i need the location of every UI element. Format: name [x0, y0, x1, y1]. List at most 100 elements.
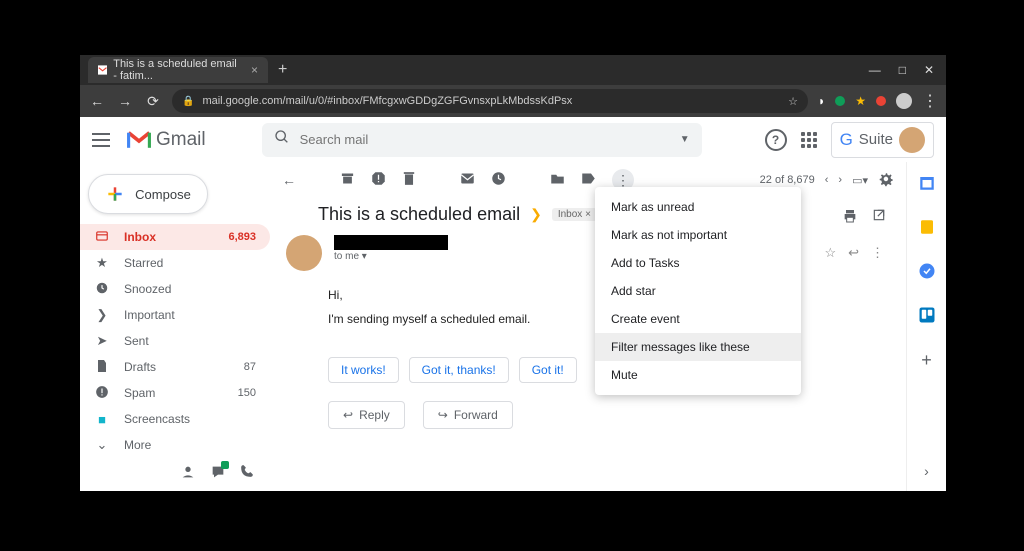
inbox-label-chip[interactable]: Inbox × — [552, 208, 597, 221]
main-content: ← ⋮ 22 of 8,679 ‹ › ▭▾ — [270, 162, 906, 491]
trello-addon-icon[interactable] — [918, 306, 936, 324]
sidebar-item-drafts[interactable]: Drafts 87 — [80, 354, 270, 380]
sidebar-item-inbox[interactable]: Inbox 6,893 — [80, 224, 270, 250]
recipient-line[interactable]: to me ▾ — [334, 251, 448, 262]
bookmark-star-icon[interactable]: ☆ — [788, 95, 798, 108]
browser-menu-icon[interactable]: ⋮ — [922, 91, 938, 111]
account-avatar[interactable] — [899, 127, 925, 153]
ext-icon-1[interactable]: ◗ — [818, 94, 825, 108]
pager-text: 22 of 8,679 — [760, 174, 815, 186]
search-box[interactable]: ▼ — [262, 123, 702, 157]
gsuite-badge[interactable]: G G Suite Suite — [831, 122, 934, 158]
close-tab-icon[interactable]: × — [251, 63, 258, 77]
new-tab-button[interactable]: + — [278, 61, 287, 79]
url-text: mail.google.com/mail/u/0/#inbox/FMfcgxwG… — [202, 95, 572, 107]
menu-add-to-tasks[interactable]: Add to Tasks — [595, 249, 801, 277]
email-header: This is a scheduled email ❯ Inbox × — [270, 198, 906, 231]
ext-icon-2[interactable] — [835, 96, 845, 106]
hangouts-icon[interactable] — [210, 464, 226, 485]
sidebar-item-label: Sent — [124, 334, 149, 348]
forward-button[interactable]: → — [116, 93, 134, 109]
menu-mark-not-important[interactable]: Mark as not important — [595, 221, 801, 249]
chevron-down-icon: ⌄ — [94, 437, 110, 453]
gmail-m-icon — [126, 130, 152, 150]
addressbar: ← → ⟳ 🔒 mail.google.com/mail/u/0/#inbox/… — [80, 85, 946, 117]
move-to-icon[interactable] — [550, 172, 565, 188]
menu-mute[interactable]: Mute — [595, 361, 801, 389]
menu-add-star[interactable]: Add star — [595, 277, 801, 305]
email-body: Hi, I'm sending myself a scheduled email… — [270, 275, 906, 339]
help-icon[interactable]: ? — [765, 129, 787, 151]
ext-icon-4[interactable] — [876, 96, 886, 106]
delete-icon[interactable] — [402, 171, 416, 189]
sender-avatar[interactable] — [286, 235, 322, 271]
gmail-favicon-icon — [98, 64, 107, 76]
pager-next-icon[interactable]: › — [838, 174, 842, 186]
profile-avatar-icon[interactable] — [896, 93, 912, 109]
ext-icon-3[interactable]: ★ — [855, 94, 866, 108]
url-bar[interactable]: 🔒 mail.google.com/mail/u/0/#inbox/FMfcgx… — [172, 89, 808, 113]
print-icon[interactable] — [842, 208, 858, 229]
forward-button[interactable]: ↪Forward — [423, 401, 513, 429]
back-icon[interactable]: ← — [282, 172, 296, 188]
sidebar-item-more[interactable]: ⌄ More — [80, 432, 270, 458]
important-marker-icon[interactable]: ❯ — [530, 206, 542, 223]
tasks-addon-icon[interactable] — [918, 262, 936, 280]
inbox-icon — [94, 229, 110, 246]
back-button[interactable]: ← — [88, 93, 106, 109]
compose-button[interactable]: Compose — [88, 174, 208, 214]
toolbar: ← ⋮ 22 of 8,679 ‹ › ▭▾ — [270, 162, 906, 198]
sidebar-item-label: Drafts — [124, 360, 156, 374]
maximize-button[interactable]: □ — [899, 63, 906, 77]
sidebar-item-sent[interactable]: ➤ Sent — [80, 328, 270, 354]
open-new-window-icon[interactable] — [872, 208, 886, 229]
sidebar-item-screencasts[interactable]: ■ Screencasts — [80, 406, 270, 432]
star-message-icon[interactable]: ☆ — [824, 245, 836, 261]
labels-icon[interactable] — [581, 172, 596, 188]
search-options-icon[interactable]: ▼ — [680, 134, 690, 145]
minimize-button[interactable]: — — [869, 63, 881, 77]
contacts-icon[interactable] — [180, 464, 196, 485]
sidebar-item-count: 6,893 — [228, 231, 256, 243]
browser-tab[interactable]: This is a scheduled email - fatim... × — [88, 57, 268, 83]
smart-reply-3[interactable]: Got it! — [519, 357, 577, 383]
smart-reply-2[interactable]: Got it, thanks! — [409, 357, 509, 383]
menu-filter-messages[interactable]: Filter messages like these — [595, 333, 801, 361]
collapse-panel-icon[interactable]: › — [924, 463, 929, 479]
archive-icon[interactable] — [340, 171, 355, 189]
sidebar-item-important[interactable]: ❯ Important — [80, 302, 270, 328]
get-addons-icon[interactable]: + — [921, 350, 932, 371]
sidebar-item-label: Important — [124, 308, 175, 322]
compose-plus-icon — [105, 184, 125, 204]
reply-icon[interactable]: ↩ — [848, 245, 859, 261]
sidebar-item-starred[interactable]: ★ Starred — [80, 250, 270, 276]
apps-grid-icon[interactable] — [801, 132, 817, 148]
search-input[interactable] — [300, 132, 670, 147]
pager-prev-icon[interactable]: ‹ — [825, 174, 829, 186]
sidebar-item-count: 150 — [238, 387, 256, 399]
gmail-logo[interactable]: Gmail — [126, 129, 206, 151]
sidebar-item-spam[interactable]: Spam 150 — [80, 380, 270, 406]
search-icon — [274, 129, 290, 150]
main-menu-icon[interactable] — [92, 133, 110, 147]
star-icon: ★ — [94, 255, 110, 271]
calendar-addon-icon[interactable] — [918, 174, 936, 192]
settings-gear-icon[interactable] — [878, 171, 894, 190]
sidebar-item-snoozed[interactable]: Snoozed — [80, 276, 270, 302]
smart-reply-1[interactable]: It works! — [328, 357, 399, 383]
keep-addon-icon[interactable] — [918, 218, 936, 236]
reply-button[interactable]: ↩Reply — [328, 401, 405, 429]
close-window-button[interactable]: ✕ — [924, 63, 934, 77]
snooze-icon[interactable] — [491, 171, 506, 189]
reload-button[interactable]: ⟳ — [144, 93, 162, 110]
report-spam-icon[interactable] — [371, 171, 386, 189]
mark-unread-icon[interactable] — [460, 172, 475, 188]
sidebar-item-label: Inbox — [124, 230, 156, 244]
gmail-body: Compose Inbox 6,893 ★ Starred — [80, 162, 946, 491]
menu-create-event[interactable]: Create event — [595, 305, 801, 333]
sidebar-item-label: Snoozed — [124, 282, 171, 296]
menu-mark-unread[interactable]: Mark as unread — [595, 193, 801, 221]
phone-icon[interactable] — [240, 464, 254, 485]
input-tools-icon[interactable]: ▭▾ — [852, 174, 868, 187]
message-more-icon[interactable]: ⋮ — [871, 245, 884, 261]
